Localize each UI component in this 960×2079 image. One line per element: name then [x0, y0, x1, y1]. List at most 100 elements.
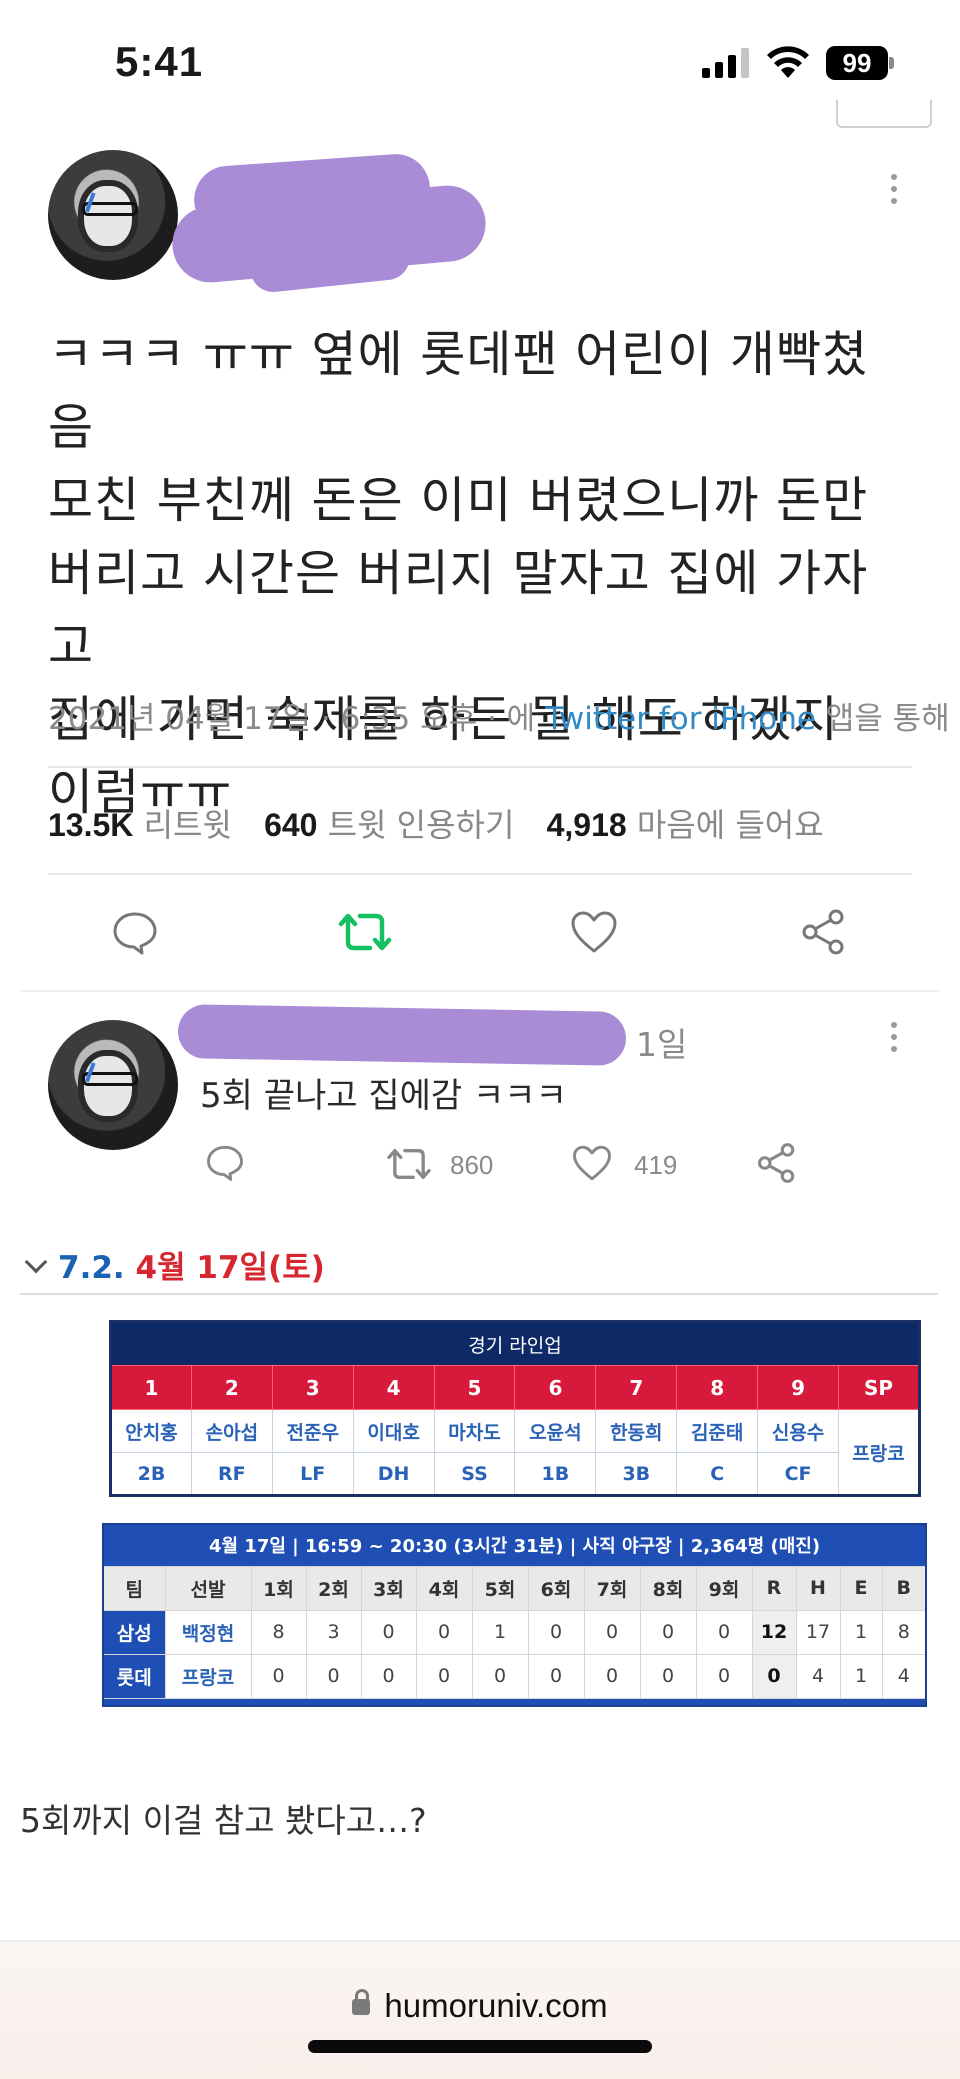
reply-timestamp: 1일: [636, 1025, 688, 1064]
retweet-count: 13.5K: [48, 807, 134, 843]
lock-icon: [352, 1989, 371, 2015]
lineup-player-name[interactable]: 이대호: [352, 1409, 435, 1453]
inning-score: 0: [305, 1653, 362, 1699]
reply-more-options-icon[interactable]: [888, 1022, 900, 1058]
scoreboard-header: 1회: [250, 1565, 307, 1611]
lineup-starting-pitcher[interactable]: 프랑코: [838, 1409, 920, 1496]
home-indicator[interactable]: [308, 2040, 652, 2053]
scoreboard-header: E: [839, 1565, 883, 1611]
reply-avatar[interactable]: [48, 1020, 178, 1150]
starting-pitcher[interactable]: 프랑코: [164, 1653, 252, 1699]
lineup-position: C: [676, 1452, 759, 1496]
inning-score: 0: [695, 1653, 753, 1699]
lineup-number: 1: [110, 1365, 192, 1410]
inning-score: 0: [583, 1609, 641, 1655]
lineup-player-name[interactable]: 오윤석: [514, 1409, 597, 1453]
inning-score: 0: [695, 1609, 753, 1655]
tweet-text: ㅋㅋㅋ ㅠㅠ 옆에 롯데팬 어린이 개빡쳤음 모친 부친께 돈은 이미 버렸으니…: [48, 326, 869, 821]
inning-score: 0: [639, 1609, 697, 1655]
errors-total: 1: [839, 1609, 883, 1655]
wifi-icon: [767, 46, 809, 78]
errors-total: 1: [839, 1653, 883, 1699]
reply-retweet-icon[interactable]: [386, 1144, 432, 1184]
lineup-number: 5: [433, 1365, 516, 1410]
reply-like-icon[interactable]: [572, 1144, 612, 1182]
scoreboard-header: 8회: [639, 1565, 697, 1611]
tweet-date: 2021년 04월 17일 · 6:35 오후 · 에: [48, 701, 546, 737]
lineup-player-name[interactable]: 김준태: [676, 1409, 759, 1453]
scoreboard-header: R: [751, 1565, 797, 1611]
scoreboard-header: 9회: [695, 1565, 753, 1611]
lineup-player-name[interactable]: 전준우: [271, 1409, 354, 1453]
retweet-label[interactable]: 리트윗: [144, 806, 232, 844]
reply-share-icon[interactable]: [756, 1142, 798, 1184]
scoreboard-header: B: [881, 1565, 927, 1611]
lineup-player-name[interactable]: 마차도: [433, 1409, 516, 1453]
scoreboard-header: 선발: [164, 1565, 252, 1611]
url-display[interactable]: humoruniv.com: [0, 1987, 960, 2025]
section-number: 7.2.: [58, 1250, 125, 1286]
lineup-number: 6: [514, 1365, 597, 1410]
hits-total: 17: [795, 1609, 841, 1655]
lineup-position: SS: [433, 1452, 516, 1496]
inning-score: 0: [527, 1653, 585, 1699]
scoreboard-header: 5회: [471, 1565, 529, 1611]
divider: [20, 1293, 938, 1295]
reply-author-redacted: [177, 1004, 627, 1066]
section-date: 4월 17일(토): [135, 1250, 325, 1286]
lineup-position: 1B: [514, 1452, 597, 1496]
tweet-meta-suffix: 앱을 통해: [815, 701, 950, 737]
avatar[interactable]: [48, 150, 178, 280]
lineup-position: DH: [352, 1452, 435, 1496]
more-options-icon[interactable]: [888, 174, 900, 210]
like-count: 4,918: [546, 807, 627, 843]
lineup-position: 2B: [110, 1452, 192, 1496]
scoreboard-title: 4월 17일 | 16:59 ~ 20:30 (3시간 31분) | 사직 야구…: [103, 1524, 927, 1566]
scoreboard-header: 팀: [102, 1565, 166, 1611]
reply-icon[interactable]: [112, 910, 158, 956]
lineup-player-name[interactable]: 안치홍: [110, 1409, 192, 1453]
reply-reply-icon[interactable]: [206, 1144, 244, 1182]
status-bar: 5:41 99: [0, 0, 960, 120]
lineup-player-name[interactable]: 신용수: [757, 1409, 840, 1453]
reply-text: 5회 끝나고 집에감 ㅋㅋㅋ: [200, 1076, 567, 1116]
scoreboard-row: 롯데 프랑코 0 0 0 0 0 0 0 0 0 0 4 1 4: [102, 1653, 927, 1699]
tweet-metadata: 2021년 04월 17일 · 6:35 오후 · 에 Twitter for …: [48, 693, 950, 738]
lineup-player-name[interactable]: 손아섭: [190, 1409, 273, 1453]
inning-score: 0: [583, 1653, 641, 1699]
quote-count: 640: [264, 807, 318, 843]
lineup-position: RF: [190, 1452, 273, 1496]
starting-pitcher[interactable]: 백정현: [164, 1609, 252, 1655]
tweet-client-link[interactable]: Twitter for iPhone: [545, 701, 816, 737]
hits-total: 4: [795, 1653, 841, 1699]
reply-retweet-count: 860: [450, 1150, 494, 1180]
battery-icon: 99: [826, 46, 894, 80]
quote-label[interactable]: 트윗 인용하기: [328, 806, 515, 844]
scoreboard-row: 삼성 백정현 8 3 0 0 1 0 0 0 0 12 17 1 8: [102, 1609, 927, 1655]
lineup-number: SP: [838, 1365, 920, 1410]
share-icon[interactable]: [800, 908, 848, 956]
lineup-player-name[interactable]: 한동희: [595, 1409, 678, 1453]
runs-total: 12: [751, 1609, 797, 1655]
inning-score: 8: [250, 1609, 307, 1655]
scoreboard-header: 4회: [415, 1565, 473, 1611]
scoreboard-header: H: [795, 1565, 841, 1611]
inning-score: 0: [415, 1653, 473, 1699]
scoreboard-header: 3회: [360, 1565, 417, 1611]
divider: [48, 873, 912, 875]
top-partial-button[interactable]: [836, 100, 932, 128]
like-label[interactable]: 마음에 들어요: [637, 806, 824, 844]
game-date-heading[interactable]: 7.2. 4월 17일(토): [22, 1242, 325, 1287]
divider: [48, 766, 912, 768]
walks-total: 4: [881, 1653, 927, 1699]
retweet-icon[interactable]: [338, 908, 392, 956]
like-icon[interactable]: [570, 910, 618, 954]
inning-score: 3: [305, 1609, 362, 1655]
team-name: 삼성: [102, 1609, 166, 1655]
lineup-number: 8: [676, 1365, 759, 1410]
lineup-position: CF: [757, 1452, 840, 1496]
lineup-number: 9: [757, 1365, 840, 1410]
inning-score: 0: [360, 1609, 417, 1655]
cellular-signal-icon: [702, 48, 749, 78]
url-text: humoruniv.com: [384, 1987, 608, 2024]
